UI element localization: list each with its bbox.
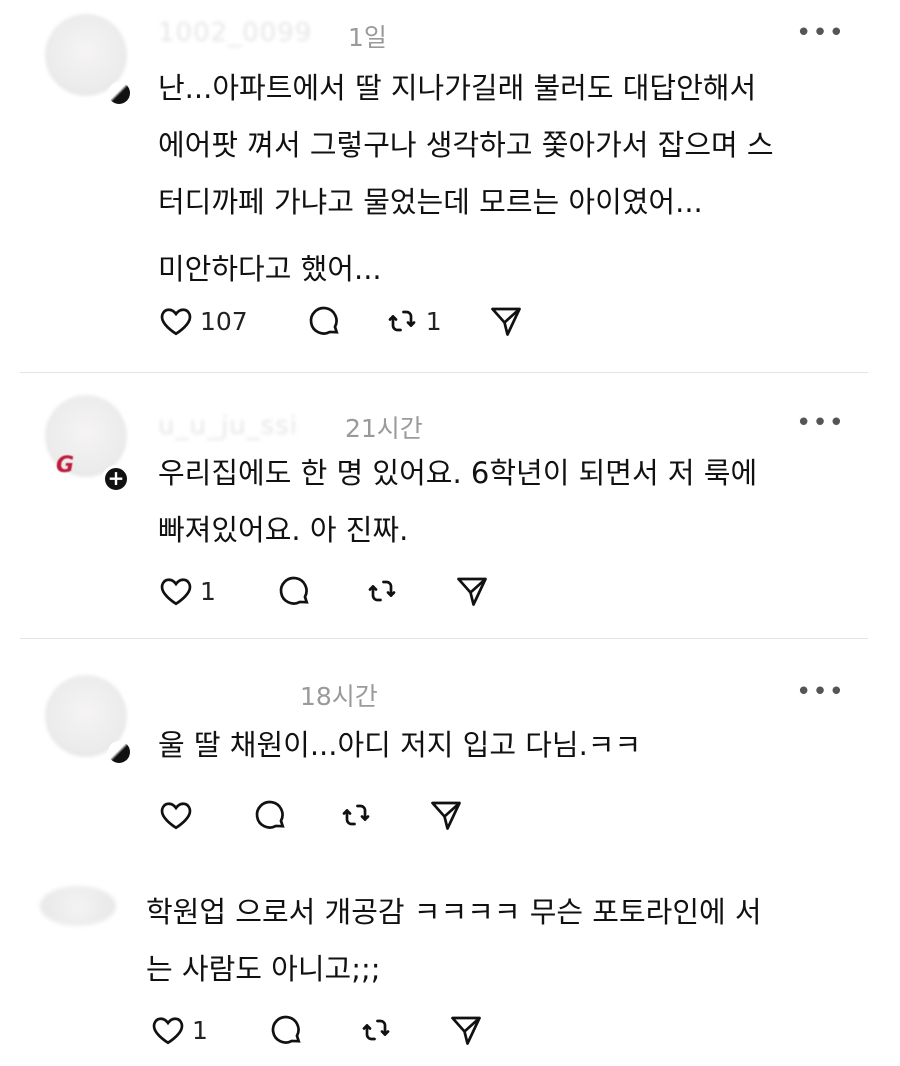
more-options-icon[interactable]: ••• [796, 410, 844, 436]
comment-line: 울 딸 채원이...아디 저지 입고 다님.ㅋㅋ [158, 728, 642, 762]
comment-text: 우리집에도 한 명 있어요. 6학년이 되면서 저 룩에 빠져있어요. 아 진짜… [158, 445, 848, 559]
follow-plus-icon[interactable]: + [102, 465, 130, 493]
send-icon [451, 1016, 481, 1045]
share-button[interactable] [454, 571, 490, 611]
action-bar [158, 795, 464, 835]
username[interactable]: 1002_0099 [158, 18, 312, 48]
like-button[interactable]: 1 [150, 1010, 208, 1050]
comment-text: 학원업 으로서 개공감 ㅋㅋㅋㅋ 무슨 포토라인에 서 는 사람도 아니고;;; [146, 884, 836, 998]
more-options-icon[interactable]: ••• [796, 679, 844, 705]
send-icon [490, 307, 521, 336]
timestamp: 21시간 [345, 414, 423, 443]
comment-line: 터디까페 가냐고 물었는데 모르는 아이였어... [158, 185, 703, 219]
avatar[interactable] [40, 886, 116, 926]
reply-button[interactable] [306, 301, 342, 341]
repost-icon [388, 310, 416, 332]
comment-line: 는 사람도 아니고;;; [146, 952, 381, 986]
timestamp: 1일 [348, 23, 387, 52]
send-icon [431, 801, 461, 830]
timestamp: 18시간 [300, 682, 378, 711]
comment-feed: 1002_0099 1일 ••• 난...아파트에서 딸 지나가길래 불러도 대… [0, 0, 900, 1066]
repost-button[interactable] [338, 795, 374, 835]
action-bar: 1 [158, 571, 490, 611]
comment-post: 학원업 으로서 개공감 ㅋㅋㅋㅋ 무슨 포토라인에 서 는 사람도 아니고;;;… [0, 860, 900, 1066]
repost-icon [362, 1019, 390, 1041]
comment-post: 1002_0099 1일 ••• 난...아파트에서 딸 지나가길래 불러도 대… [0, 0, 900, 372]
repost-button[interactable] [364, 571, 400, 611]
comment-line: 에어팟 껴서 그렇구나 생각하고 쫓아가서 잡으며 스 [158, 128, 774, 162]
avatar-status-icon [108, 741, 130, 763]
share-button[interactable] [448, 1010, 484, 1050]
comment-post: G + u_u_ju_ssi 21시간 ••• 우리집에도 한 명 있어요. 6… [0, 373, 900, 638]
comment-bubble-icon [309, 306, 339, 335]
comment-post: 18시간 ••• 울 딸 채원이...아디 저지 입고 다님.ㅋㅋ [0, 639, 900, 839]
comment-line: 빠져있어요. 아 진짜. [158, 513, 409, 547]
comment-line: 난...아파트에서 딸 지나가길래 불러도 대답안해서 [158, 71, 757, 105]
comment-line: 우리집에도 한 명 있어요. 6학년이 되면서 저 룩에 [158, 456, 758, 490]
avatar-logo: G [56, 453, 75, 478]
send-icon [457, 577, 487, 606]
repost-icon [368, 580, 396, 602]
repost-count: 1 [425, 306, 442, 336]
action-bar: 1 [150, 1010, 484, 1050]
avatar-status-icon [108, 82, 130, 104]
like-count: 107 [200, 306, 248, 336]
like-button[interactable]: 107 [158, 301, 248, 341]
comment-bubble-icon [255, 800, 285, 829]
comment-bubble-icon [279, 576, 309, 605]
repost-icon [342, 804, 370, 826]
heart-icon [160, 578, 192, 606]
reply-button[interactable] [276, 571, 312, 611]
like-button[interactable] [158, 795, 194, 835]
reply-button[interactable] [268, 1010, 304, 1050]
repost-button[interactable] [358, 1010, 394, 1050]
comment-line: 미안하다고 했어... [158, 252, 382, 286]
heart-icon [160, 308, 192, 336]
like-count: 1 [200, 576, 216, 606]
comment-text: 울 딸 채원이...아디 저지 입고 다님.ㅋㅋ [158, 717, 848, 774]
heart-icon [160, 802, 192, 830]
username[interactable]: u_u_ju_ssi [158, 411, 298, 441]
like-count: 1 [192, 1015, 208, 1045]
more-options-icon[interactable]: ••• [796, 20, 844, 46]
reply-button[interactable] [252, 795, 288, 835]
comment-text: 난...아파트에서 딸 지나가길래 불러도 대답안해서 에어팟 껴서 그렇구나 … [158, 60, 848, 298]
like-button[interactable]: 1 [158, 571, 216, 611]
action-bar: 107 1 [158, 301, 524, 341]
repost-button[interactable]: 1 [384, 301, 442, 341]
share-button[interactable] [428, 795, 464, 835]
comment-line: 학원업 으로서 개공감 ㅋㅋㅋㅋ 무슨 포토라인에 서 [146, 895, 762, 929]
share-button[interactable] [488, 301, 524, 341]
comment-bubble-icon [271, 1015, 301, 1044]
heart-icon [152, 1017, 184, 1045]
